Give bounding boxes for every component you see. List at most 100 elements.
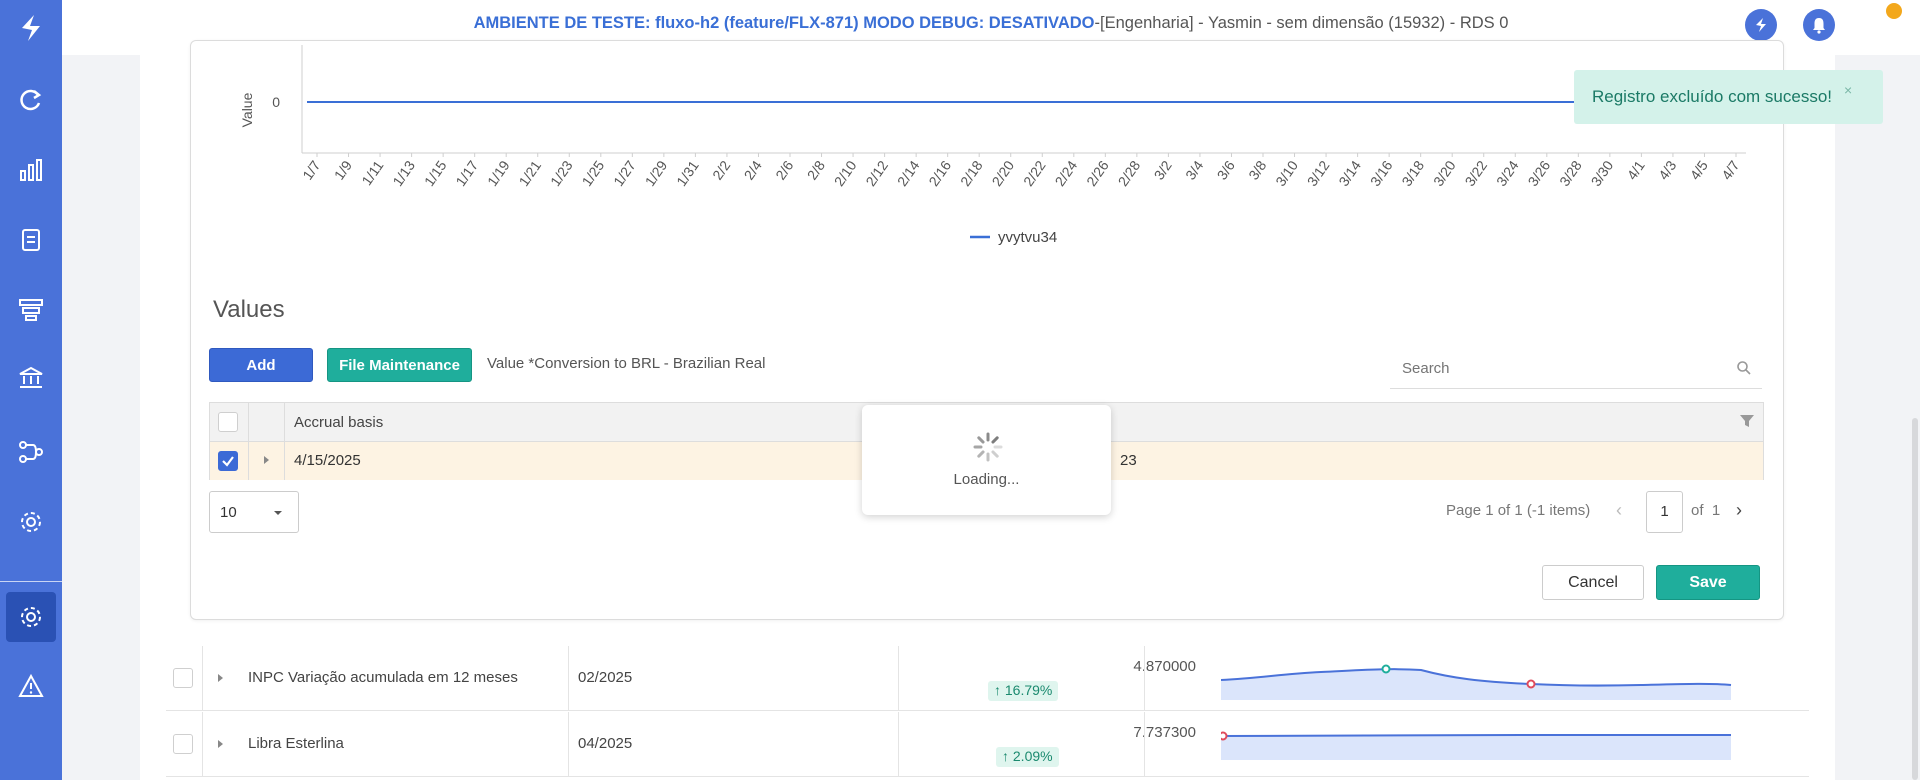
indicator-name: INPC Variação acumulada em 12 meses (248, 669, 518, 686)
values-title: Values (213, 296, 285, 323)
x-tick-label: 3/16 (1367, 157, 1396, 189)
indicator-value: 7.737300 (1133, 724, 1196, 741)
value-cell: 23 (1120, 452, 1137, 469)
x-tick-label: 2/4 (741, 157, 765, 182)
select-all-checkbox[interactable] (218, 412, 238, 432)
list-item[interactable]: INPC Variação acumulada em 12 meses 02/2… (166, 646, 1809, 711)
report-icon[interactable] (0, 220, 62, 260)
layers-icon[interactable] (0, 290, 62, 330)
indicator-date: 02/2025 (578, 669, 633, 686)
save-button[interactable]: Save (1656, 565, 1760, 600)
column-divider (898, 712, 899, 777)
search-icon[interactable] (1736, 360, 1752, 376)
expand-row-icon[interactable] (218, 740, 223, 748)
chevron-down-icon (274, 511, 282, 515)
file-maintenance-button[interactable]: File Maintenance (327, 348, 472, 382)
x-tick-label: 4/1 (1624, 157, 1648, 182)
change-badge: ↑ 2.09% (996, 747, 1059, 767)
row-checkbox[interactable] (218, 451, 238, 471)
x-tick-label: 2/2 (709, 157, 733, 182)
indicator-name: Libra Esterlina (248, 735, 344, 752)
column-divider (568, 712, 569, 777)
x-tick-label: 2/22 (1020, 157, 1049, 189)
x-tick-label: 2/14 (894, 157, 923, 189)
refresh-icon[interactable] (0, 80, 62, 120)
legend-label: yvytvu34 (998, 229, 1057, 246)
environment-banner: AMBIENTE DE TESTE: fluxo-h2 (feature/FLX… (62, 14, 1920, 33)
line-chart: Value 0 1/7 1/9 1/11 1/13 1/15 1/17 1/19 1/21 1/23… (239, 45, 1746, 246)
page-size-select[interactable]: 10 (209, 491, 299, 533)
sidebar (0, 0, 62, 780)
row-checkbox[interactable] (173, 668, 193, 688)
change-badge: ↑ 16.79% (988, 681, 1059, 701)
close-icon[interactable]: × (1844, 82, 1852, 98)
check-icon (222, 456, 234, 467)
x-tick-label: 4/7 (1718, 157, 1742, 182)
sidebar-divider (0, 581, 62, 582)
logo-icon[interactable] (0, 0, 62, 55)
indicator-list: INPC Variação acumulada em 12 meses 02/2… (166, 646, 1809, 780)
previous-page-icon[interactable]: ‹ (1616, 500, 1622, 521)
list-item[interactable]: Libra Esterlina 04/2025 7.737300 ↑ 2.09% (166, 712, 1809, 777)
search-input[interactable] (1390, 349, 1730, 387)
x-tick-label: 3/26 (1525, 157, 1554, 189)
x-tick-label: 1/27 (610, 157, 639, 189)
page-info: Page 1 of 1 (-1 items) (1446, 502, 1591, 519)
column-divider (202, 712, 203, 777)
x-tick-label: 2/16 (925, 157, 954, 189)
x-tick-label: 4/5 (1687, 157, 1711, 182)
x-tick-label: 3/14 (1335, 157, 1364, 189)
settings-icon[interactable] (0, 502, 62, 542)
x-tick-label: 1/13 (389, 157, 418, 189)
x-tick-label: 3/12 (1304, 157, 1333, 189)
app-switch-button[interactable] (1745, 9, 1777, 41)
x-tick-label: 1/29 (642, 157, 671, 189)
x-tick-label: 2/24 (1052, 157, 1081, 189)
x-tick-label: 3/4 (1182, 157, 1206, 182)
spinner-segment (977, 450, 985, 458)
bar-chart-icon[interactable] (0, 150, 62, 190)
cancel-button[interactable]: Cancel (1542, 565, 1644, 600)
sparkline (1221, 664, 1732, 700)
page-total: of 1 (1691, 502, 1720, 519)
x-tick-label: 2/12 (862, 157, 891, 189)
expand-row-icon[interactable] (218, 674, 223, 682)
current-page-input[interactable]: 1 (1646, 491, 1683, 533)
flow-icon[interactable] (0, 432, 62, 472)
next-page-icon[interactable]: › (1736, 500, 1742, 521)
x-tick-label: 2/10 (831, 157, 860, 189)
x-tick-label: 1/23 (547, 157, 576, 189)
spinner-segment (991, 450, 999, 458)
accrual-basis-header[interactable]: Accrual basis (294, 414, 383, 431)
x-tick-label: 3/6 (1214, 157, 1238, 182)
row-checkbox[interactable] (173, 734, 193, 754)
conversion-note: Value *Conversion to BRL - Brazilian Rea… (487, 355, 766, 372)
settings-active-icon[interactable] (0, 597, 62, 637)
of-label: of (1691, 502, 1704, 519)
user-context-label: -[Engenharia] - Yasmin - sem dimensão (1… (1094, 14, 1509, 32)
y-tick-label: 0 (272, 94, 280, 110)
search-box (1390, 349, 1762, 389)
x-tick-label: 2/8 (804, 157, 828, 182)
bank-icon[interactable] (0, 358, 62, 398)
sparkline (1221, 731, 1731, 760)
warning-icon[interactable] (0, 666, 62, 706)
x-tick-label: 1/15 (421, 157, 450, 189)
loading-text: Loading... (953, 471, 1020, 488)
x-tick-label: 1/31 (673, 157, 702, 189)
bell-icon (1813, 18, 1825, 34)
success-toast: Registro excluído com sucesso! × (1574, 70, 1883, 124)
logo-small-icon (1756, 18, 1766, 32)
x-tick-label: 2/18 (957, 157, 986, 189)
add-button[interactable]: Add (209, 348, 313, 382)
scrollbar-thumb[interactable] (1912, 418, 1918, 780)
x-tick-label: 1/11 (358, 157, 386, 188)
environment-label: AMBIENTE DE TESTE: fluxo-h2 (feature/FLX… (473, 14, 1095, 32)
notification-badge (1886, 3, 1902, 19)
indicator-date: 04/2025 (578, 735, 633, 752)
expand-row-icon[interactable] (264, 456, 269, 464)
notifications-button[interactable] (1803, 9, 1835, 41)
filter-icon[interactable] (1739, 413, 1755, 429)
x-tick-label: 1/7 (299, 157, 323, 182)
column-divider (1144, 646, 1145, 711)
